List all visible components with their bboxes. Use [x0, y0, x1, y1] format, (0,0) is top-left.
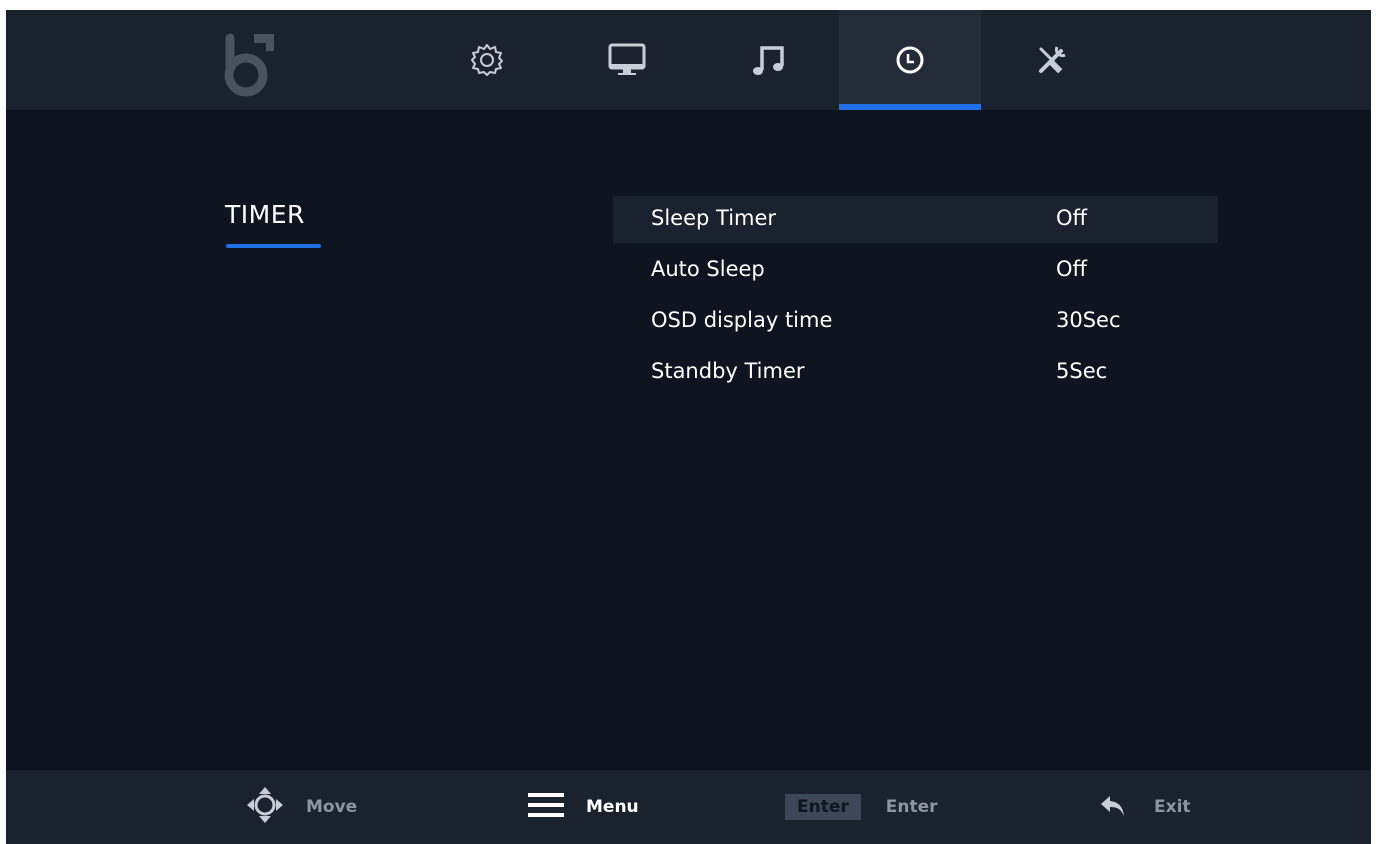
- tab-settings[interactable]: [416, 10, 558, 110]
- brand-logo-icon: [216, 20, 276, 100]
- top-nav-bar: [6, 10, 1371, 110]
- enter-key-badge: Enter: [785, 794, 861, 820]
- gear-icon: [469, 42, 505, 78]
- tab-timer[interactable]: [839, 10, 981, 110]
- setting-value: Off: [1056, 206, 1087, 230]
- setting-row-standby-timer[interactable]: Standby Timer 5Sec: [613, 349, 1218, 396]
- monitor-icon: [607, 42, 647, 78]
- tab-setup[interactable]: [981, 10, 1123, 110]
- setting-row-auto-sleep[interactable]: Auto Sleep Off: [613, 247, 1218, 294]
- section-title-underline: [226, 244, 321, 248]
- tv-osd-screen: TIMER Sleep Timer Off Auto Sleep Off OSD…: [6, 10, 1371, 844]
- tab-sound[interactable]: [698, 10, 840, 110]
- tools-icon: [1033, 41, 1071, 79]
- setting-label: Sleep Timer: [651, 206, 777, 230]
- hint-label: Enter: [885, 797, 938, 817]
- hint-label: Menu: [586, 797, 639, 817]
- active-tab-indicator: [839, 104, 981, 110]
- hint-exit: Exit: [1098, 770, 1191, 844]
- dpad-icon: [246, 786, 284, 828]
- setting-label: Standby Timer: [651, 359, 805, 383]
- tab-picture[interactable]: [556, 10, 698, 110]
- setting-row-osd-display-time[interactable]: OSD display time 30Sec: [613, 298, 1218, 345]
- hint-label: Exit: [1154, 797, 1191, 817]
- hamburger-menu-icon: [528, 789, 564, 825]
- music-note-icon: [751, 42, 787, 78]
- section-title: TIMER: [225, 200, 305, 229]
- setting-value: 5Sec: [1056, 359, 1108, 383]
- setting-value: 30Sec: [1056, 308, 1121, 332]
- clock-icon: [892, 42, 928, 78]
- setting-row-sleep-timer[interactable]: Sleep Timer Off: [613, 196, 1218, 243]
- setting-label: OSD display time: [651, 308, 833, 332]
- timer-settings-list: Sleep Timer Off Auto Sleep Off OSD displ…: [613, 196, 1218, 400]
- hint-label: Move: [306, 797, 358, 817]
- back-arrow-icon: [1098, 790, 1128, 824]
- setting-value: Off: [1056, 257, 1087, 281]
- setting-label: Auto Sleep: [651, 257, 765, 281]
- bottom-hint-bar: Move Menu Enter Enter Exit: [6, 770, 1371, 844]
- hint-move: Move: [246, 770, 357, 844]
- hint-menu: Menu: [528, 770, 639, 844]
- hint-enter: Enter Enter: [785, 770, 938, 844]
